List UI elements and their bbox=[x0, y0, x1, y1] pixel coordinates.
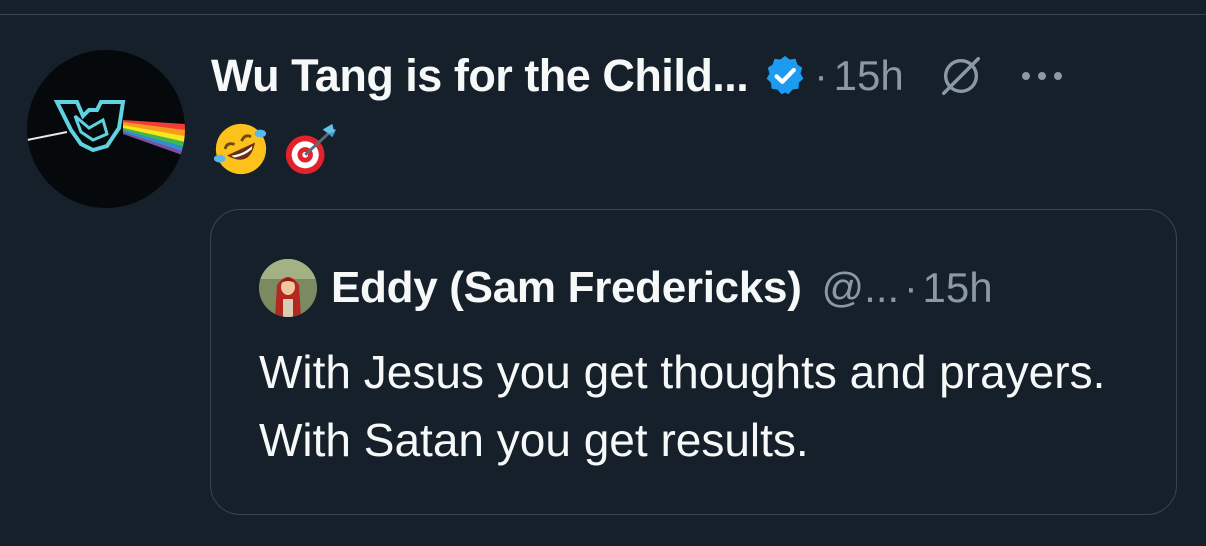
author-avatar[interactable] bbox=[27, 50, 185, 208]
top-divider bbox=[0, 14, 1206, 15]
author-name[interactable]: Wu Tang is for the Child... bbox=[211, 50, 749, 102]
quoted-tweet-timestamp[interactable]: 15h bbox=[923, 264, 993, 312]
rolling-on-floor-laughing-emoji-icon bbox=[213, 123, 267, 175]
tweet-text bbox=[212, 117, 340, 181]
quoted-author-name[interactable]: Eddy (Sam Fredericks) bbox=[331, 263, 802, 313]
verified-badge-icon bbox=[762, 53, 808, 99]
quoted-tweet-header: Eddy (Sam Fredericks) @... · 15h bbox=[259, 256, 993, 320]
separator-dot: · bbox=[814, 53, 828, 98]
grok-icon[interactable] bbox=[938, 53, 984, 99]
more-options-icon[interactable] bbox=[1018, 66, 1066, 86]
tweet-timestamp[interactable]: 15h bbox=[834, 52, 904, 100]
prism-wutang-logo-icon bbox=[27, 50, 185, 208]
separator-dot: · bbox=[904, 265, 918, 310]
direct-hit-emoji-icon bbox=[285, 123, 337, 175]
red-hooded-figure-avatar-icon bbox=[259, 259, 317, 317]
quoted-tweet-card[interactable]: Eddy (Sam Fredericks) @... · 15h With Je… bbox=[210, 209, 1177, 515]
quoted-author-handle[interactable]: @... bbox=[822, 264, 900, 312]
quoted-author-avatar[interactable] bbox=[259, 259, 317, 317]
tweet-header: Wu Tang is for the Child... · 15h bbox=[211, 44, 1066, 108]
quoted-tweet-text: With Jesus you get thoughts and prayers.… bbox=[259, 346, 1106, 466]
